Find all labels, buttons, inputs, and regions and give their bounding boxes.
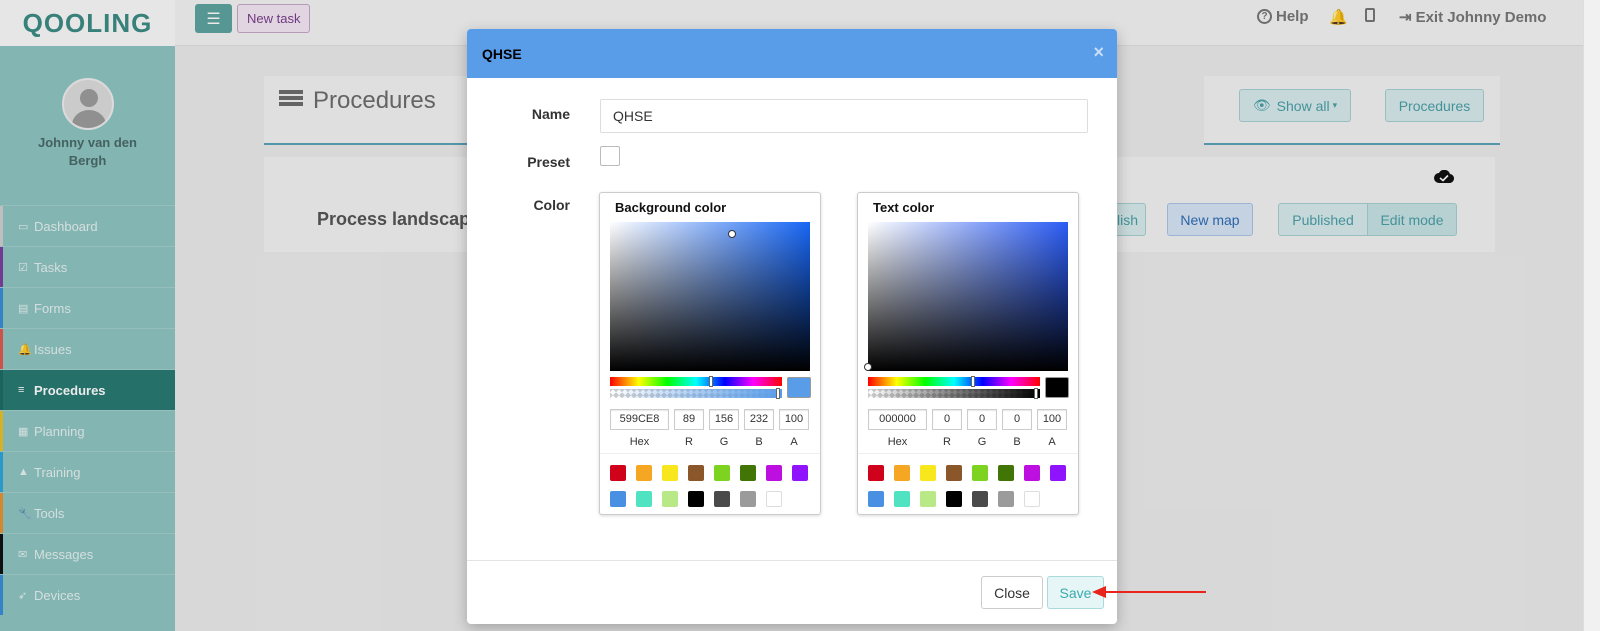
color-swatch[interactable] [1050, 465, 1066, 481]
color-swatch[interactable] [792, 465, 808, 481]
blue-label: B [755, 436, 763, 448]
picker-title: Background color [615, 200, 727, 215]
saturation-area[interactable] [864, 222, 1068, 371]
hue-slider[interactable] [868, 376, 1040, 387]
alpha-label: A [1048, 436, 1056, 448]
modal-header: QHSE × [467, 29, 1117, 78]
color-swatch[interactable] [610, 465, 626, 481]
text-color-picker: Text color 000000 0 0 0 100 Hex R G B A [857, 192, 1079, 515]
color-label: Color [533, 197, 570, 213]
background-color-picker: Background color 599CE8 89 156 232 100 H… [599, 192, 821, 515]
color-swatch[interactable] [662, 491, 678, 507]
alpha-slider[interactable] [868, 388, 1040, 399]
green-input[interactable]: 156 [709, 409, 739, 430]
red-input[interactable]: 0 [932, 409, 962, 430]
color-swatch[interactable] [894, 491, 910, 507]
saturation-cursor[interactable] [864, 363, 872, 371]
color-swatch[interactable] [946, 465, 962, 481]
color-swatch[interactable] [894, 465, 910, 481]
alpha-slider[interactable] [610, 388, 782, 399]
color-edit-modal: QHSE × Name QHSE Preset Color Background… [467, 29, 1117, 624]
color-swatch[interactable] [946, 491, 962, 507]
hue-slider[interactable] [610, 376, 782, 387]
alpha-input[interactable]: 100 [779, 409, 809, 430]
red-input[interactable]: 89 [674, 409, 704, 430]
color-swatch[interactable] [868, 491, 884, 507]
color-swatch[interactable] [766, 491, 782, 507]
close-button[interactable]: Close [981, 576, 1043, 609]
color-swatch[interactable] [998, 491, 1014, 507]
color-preview [1045, 377, 1069, 398]
alpha-handle[interactable] [776, 388, 780, 399]
blue-input[interactable]: 232 [744, 409, 774, 430]
hex-label: Hex [629, 436, 650, 448]
color-swatch[interactable] [740, 465, 756, 481]
red-label: R [685, 436, 693, 448]
close-icon[interactable]: × [1093, 42, 1104, 63]
hue-handle[interactable] [971, 376, 975, 387]
hue-handle[interactable] [709, 376, 713, 387]
color-swatch[interactable] [714, 491, 730, 507]
color-swatch[interactable] [610, 491, 626, 507]
color-swatch[interactable] [766, 465, 782, 481]
hex-input[interactable]: 599CE8 [610, 409, 669, 430]
saturation-cursor[interactable] [728, 230, 736, 238]
color-swatch[interactable] [1024, 491, 1040, 507]
color-swatch[interactable] [972, 491, 988, 507]
green-label: G [719, 436, 729, 448]
color-swatch[interactable] [688, 465, 704, 481]
hex-label: Hex [887, 436, 908, 448]
color-swatch[interactable] [688, 491, 704, 507]
blue-label: B [1013, 436, 1021, 448]
color-swatch[interactable] [662, 465, 678, 481]
hex-input[interactable]: 000000 [868, 409, 927, 430]
green-label: G [977, 436, 987, 448]
color-swatch[interactable] [636, 465, 652, 481]
saturation-area[interactable] [610, 222, 810, 371]
color-swatch[interactable] [920, 465, 936, 481]
name-field[interactable]: QHSE [600, 99, 1088, 133]
color-preview [787, 377, 811, 398]
annotation-arrow-icon [1092, 586, 1206, 598]
alpha-input[interactable]: 100 [1037, 409, 1067, 430]
green-input[interactable]: 0 [967, 409, 997, 430]
blue-input[interactable]: 0 [1002, 409, 1032, 430]
color-swatch[interactable] [636, 491, 652, 507]
color-swatch[interactable] [868, 465, 884, 481]
color-swatch[interactable] [740, 491, 756, 507]
color-swatch[interactable] [1024, 465, 1040, 481]
modal-title: QHSE [482, 45, 522, 62]
window-scrollbar[interactable] [1583, 0, 1600, 631]
color-swatch[interactable] [972, 465, 988, 481]
preset-label: Preset [527, 154, 570, 170]
preset-checkbox[interactable] [600, 146, 620, 166]
color-swatch[interactable] [998, 465, 1014, 481]
color-swatch[interactable] [714, 465, 730, 481]
name-label: Name [531, 106, 570, 122]
red-label: R [943, 436, 951, 448]
color-swatch[interactable] [920, 491, 936, 507]
alpha-handle[interactable] [1034, 388, 1038, 399]
alpha-label: A [790, 436, 798, 448]
picker-title: Text color [873, 200, 935, 215]
